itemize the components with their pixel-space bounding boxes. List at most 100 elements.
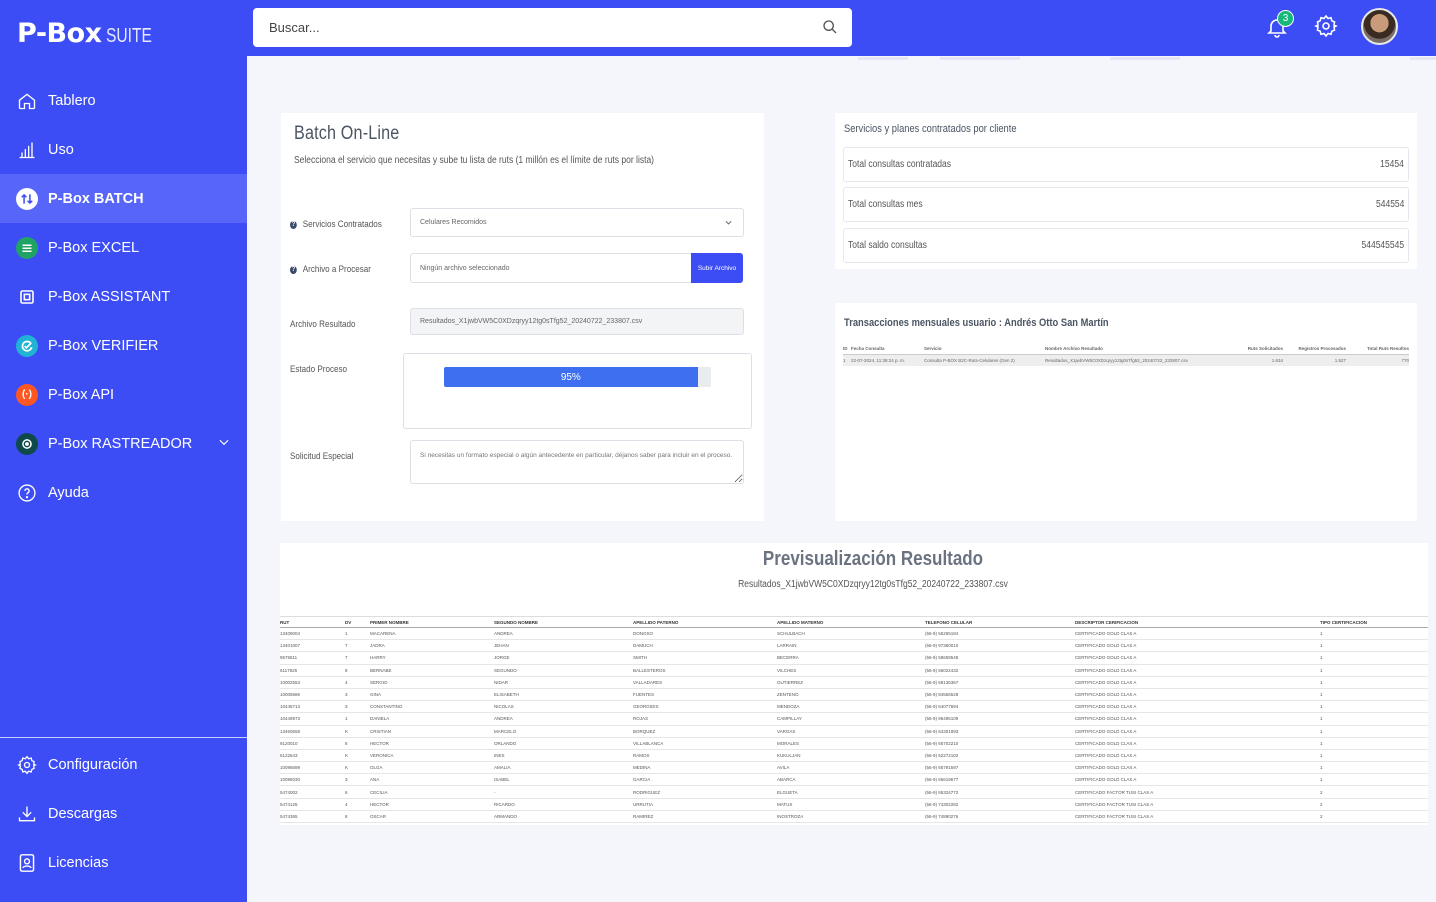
- search-input[interactable]: [269, 20, 799, 35]
- services-row-value: 544554: [1375, 199, 1404, 210]
- sidebar-item-tablero[interactable]: Tablero: [0, 76, 247, 125]
- table-cell: 1: [1320, 725, 1428, 738]
- sidebar-item-label: P-Box EXCEL: [48, 239, 140, 256]
- table-cell: 8: [345, 810, 370, 824]
- progress-bar: 95%: [444, 367, 711, 387]
- table-cell: SEGUNDO: [494, 664, 633, 677]
- verifier-icon: [16, 334, 38, 357]
- table-cell: MORALES: [777, 737, 925, 750]
- file-input[interactable]: Ningún archivo seleccionado: [410, 253, 692, 283]
- table-cell: VERONICA: [370, 749, 494, 763]
- table-cell: MENDOZA: [777, 700, 925, 714]
- sidebar-item-label: Tablero: [48, 92, 96, 109]
- services-row-value: 544545545: [1361, 240, 1404, 251]
- table-cell: CERTIFICADO GOLD CLAS A: [1075, 737, 1320, 750]
- settings-gear-icon[interactable]: [1314, 14, 1338, 43]
- column-header: Nombre Archivo Resultado: [1045, 343, 1235, 355]
- sidebar-item-licencias[interactable]: Licencias: [0, 838, 247, 887]
- table-cell: 1: [1320, 676, 1428, 689]
- table-row[interactable]: 13409004 1 MACARENA ANDREA DONOSO SCHULBACH (5…: [280, 627, 1428, 641]
- table-row[interactable]: 10096699 K OLGA AMALIA MEDINA AVILA (56-9) 657…: [280, 761, 1428, 775]
- excel-icon: [16, 236, 38, 259]
- table-row[interactable]: 9575811 7 HARRY JORGE SMITH BECERRA (56-9) 586…: [280, 651, 1428, 665]
- column-header: DESCRIPTOR CERIFICACION: [1075, 616, 1320, 628]
- table-cell: (56-9) 97360010: [925, 639, 1075, 653]
- table-cell: CERTIFICADO GOLD CLAS A: [1075, 773, 1320, 787]
- logo[interactable]: P-Box SUITE: [17, 18, 164, 54]
- special-request-label: Solicitud Especial: [290, 451, 354, 462]
- services-select-value: Celulares Recomidos: [420, 219, 487, 226]
- sidebar-item-uso[interactable]: Uso: [0, 125, 247, 174]
- sidebar-item-pbox-batch[interactable]: P-Box BATCH: [0, 174, 247, 223]
- services-row-label: Total consultas mes: [848, 199, 923, 210]
- table-row[interactable]: 5474125 4 HECTOR RICARDO URRUTIA MATUS (56-9) …: [280, 798, 1428, 811]
- table-cell: 2: [1320, 785, 1428, 799]
- services-select[interactable]: Celulares Recomidos: [410, 208, 744, 237]
- question-icon[interactable]: ?: [290, 265, 297, 274]
- sidebar-item-descargas[interactable]: Descargas: [0, 789, 247, 838]
- sidebar-item-pbox-verifier[interactable]: P-Box VERIFIER: [0, 321, 247, 370]
- services-row-label: Total saldo consultas: [848, 240, 927, 251]
- table-cell: SMITH: [633, 651, 777, 665]
- sidebar-item-configuracion[interactable]: Configuración: [0, 740, 247, 789]
- services-label-text: Servicios Contratados: [302, 219, 382, 230]
- result-label: Archivo Resultado: [290, 319, 356, 330]
- search-icon[interactable]: [822, 19, 838, 40]
- table-cell: (56-9) 65619677: [925, 773, 1075, 787]
- chevron-down-icon[interactable]: [217, 435, 231, 453]
- table-cell: (56-9) 65324772: [925, 785, 1075, 799]
- table-row[interactable]: 13401007 7 JADRA JEHAN DAMUCH LARRAIN (56-9) 9…: [280, 639, 1428, 653]
- table-row[interactable]: 9120010 8 HECTOR ORLANDO VILLABLANCA MORALES(…: [280, 737, 1428, 750]
- table-row[interactable]: 5474002 6 CECILIA - RODRIGUEZ ELGUETA (56-9) 6…: [280, 785, 1428, 799]
- sidebar-item-ayuda[interactable]: Ayuda: [0, 468, 247, 517]
- transactions-table: ID Fecha Consulta Servicio Nombre Archiv…: [843, 343, 1409, 366]
- table-cell: (56-9) 68136367: [925, 676, 1075, 689]
- table-row[interactable]: 6122643 K VERONICA INES RAMOS KUKULJAN (56-9) …: [280, 749, 1428, 763]
- table-cell: 5474125: [280, 798, 345, 811]
- table-cell: ELISABETH: [494, 688, 633, 702]
- table-cell: 5474365: [280, 810, 345, 824]
- sidebar-item-pbox-assistant[interactable]: P-Box ASSISTANT: [0, 272, 247, 321]
- table-row[interactable]: 10002553 4 SERGIO NIDAR VALLADARES GUTIERREZ(…: [280, 676, 1428, 689]
- table-cell: 22-07-2024, 11:38:24 p. m.: [851, 354, 924, 366]
- table-cell: AMALIA: [494, 761, 633, 775]
- table-cell: RODRIGUEZ: [633, 785, 777, 799]
- sidebar-item-pbox-api[interactable]: (·) P-Box API: [0, 370, 247, 419]
- transactions-header-row: ID Fecha Consulta Servicio Nombre Archiv…: [843, 343, 1409, 355]
- sidebar-item-pbox-excel[interactable]: P-Box EXCEL: [0, 223, 247, 272]
- table-cell: 3: [345, 688, 370, 702]
- table-cell: VILLABLANCA: [633, 737, 777, 750]
- table-cell: K: [345, 725, 370, 738]
- table-cell: CERTIFICADO GOLD CLAS A: [1075, 639, 1320, 653]
- topbar: 3: [247, 0, 1436, 56]
- question-icon[interactable]: ?: [290, 220, 297, 229]
- table-cell: OSCAR: [370, 810, 494, 824]
- table-cell: (56-9) 56022432: [925, 664, 1075, 677]
- table-cell: 1: [1320, 651, 1428, 665]
- table-cell: 4: [345, 798, 370, 811]
- table-row[interactable]: 10445713 3 CONSTANTINO NICOLAS GEORGIDIS MEND…: [280, 700, 1428, 714]
- table-cell: NIDAR: [494, 676, 633, 689]
- table-cell: MATUS: [777, 798, 925, 811]
- table-cell: 13460658: [280, 725, 345, 738]
- table-cell: JEHAN: [494, 639, 633, 653]
- table-row[interactable]: 13460658 K CRISTIAN MARCELO BORQUEZ VARGAS (56…: [280, 725, 1428, 738]
- table-row[interactable]: 6117925 8 BERNABE SEGUNDO BALLESTEROS VILCHES…: [280, 664, 1428, 677]
- table-row[interactable]: 10449973 1 DANIELA ANDREA ROJAS CAMPILLAY (56-…: [280, 712, 1428, 726]
- tab-indicator: [858, 57, 908, 60]
- table-row[interactable]: 10005686 3 GINA ELISABETH FUENTES ZENTENO (56-…: [280, 688, 1428, 702]
- table-cell: (56-9) 58659548: [925, 651, 1075, 665]
- sidebar-item-pbox-rastreador[interactable]: P-Box RASTREADOR: [0, 419, 247, 468]
- table-row[interactable]: 1 22-07-2024, 11:38:24 p. m. Consulta P-…: [843, 354, 1409, 366]
- upload-file-button[interactable]: Subir Archivo: [691, 253, 743, 283]
- avatar[interactable]: [1361, 8, 1398, 45]
- table-cell: 9575811: [280, 651, 345, 665]
- progress-fill: 95%: [444, 367, 698, 387]
- special-request-textarea[interactable]: [410, 440, 744, 484]
- table-cell: 3: [345, 773, 370, 787]
- result-file-field[interactable]: Resultados_X1jwbVW5C0XDzqryy12tg0sTfg52_…: [410, 308, 744, 335]
- table-row[interactable]: 5474365 8 OSCAR ARMANDO RAMIREZ INOSTROZA (56-…: [280, 810, 1428, 824]
- transactions-card: Transacciones mensuales usuario : Andrés…: [835, 303, 1417, 521]
- table-cell: 6122643: [280, 749, 345, 763]
- table-row[interactable]: 10096030 3 ANA ISABEL GARCIA ABARCA (56-9) 656…: [280, 773, 1428, 787]
